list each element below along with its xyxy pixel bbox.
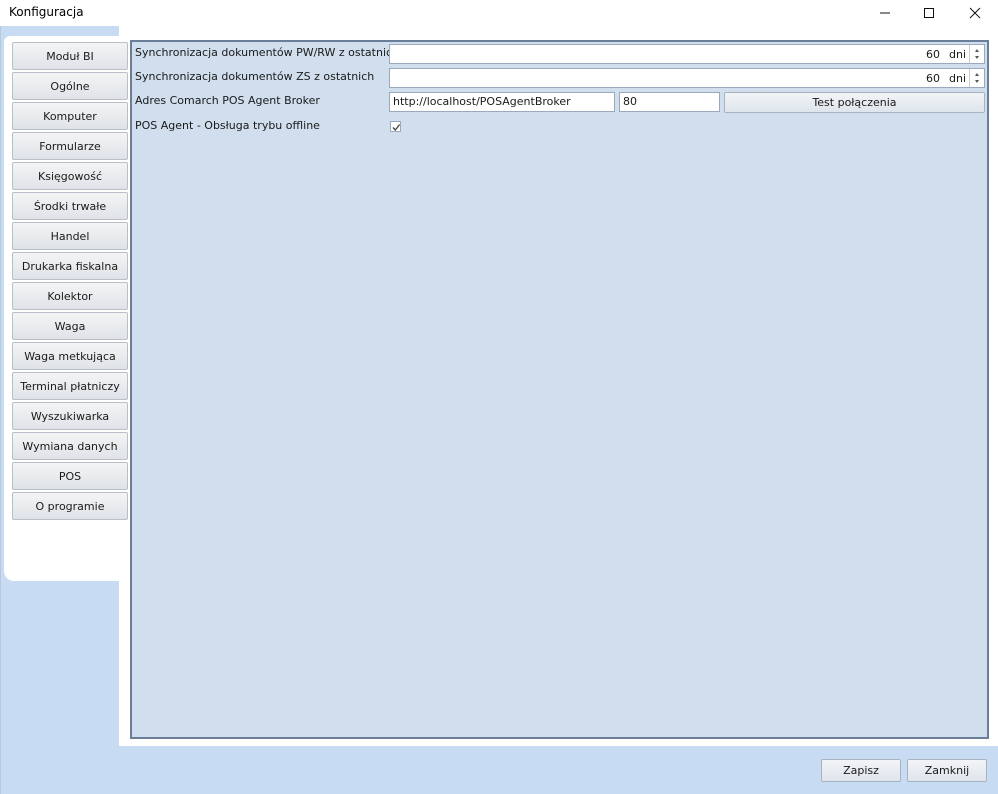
sync-pwrw-spinner[interactable]: 60 dni <box>389 44 985 64</box>
checkmark-icon <box>392 124 401 132</box>
offline-label: POS Agent - Obsługa trybu offline <box>135 119 320 132</box>
nav-item-komputer[interactable]: Komputer <box>12 102 128 130</box>
nav-item-modul-bi[interactable]: Moduł BI <box>12 42 128 70</box>
nav-item-kolektor[interactable]: Kolektor <box>12 282 128 310</box>
sync-pwrw-label: Synchronizacja dokumentów PW/RW z ostatn… <box>135 46 400 59</box>
nav-item-handel[interactable]: Handel <box>12 222 128 250</box>
sync-zs-label: Synchronizacja dokumentów ZS z ostatnich <box>135 70 375 83</box>
test-connection-button[interactable]: Test połączenia <box>724 92 985 113</box>
settings-panel: Synchronizacja dokumentów PW/RW z ostatn… <box>130 40 989 739</box>
nav-item-srodki-trwale[interactable]: Środki trwałe <box>12 192 128 220</box>
nav-item-o-programie[interactable]: O programie <box>12 492 128 520</box>
close-window-button[interactable] <box>952 0 998 26</box>
nav-item-terminal-platniczy[interactable]: Terminal płatniczy <box>12 372 128 400</box>
nav-list: Moduł BI Ogólne Komputer Formularze Księ… <box>12 42 130 522</box>
sync-pwrw-unit: dni <box>948 48 966 61</box>
sync-zs-spin-arrows[interactable] <box>969 69 984 87</box>
close-icon <box>969 7 981 19</box>
client-area: Moduł BI Ogólne Komputer Formularze Księ… <box>0 26 998 794</box>
nav-item-drukarka-fiskalna[interactable]: Drukarka fiskalna <box>12 252 128 280</box>
minimize-icon <box>880 12 890 14</box>
title-bar: Konfiguracja <box>0 0 998 26</box>
nav-item-pos[interactable]: POS <box>12 462 128 490</box>
close-button[interactable]: Zamknij <box>907 759 987 782</box>
nav-background-curve <box>4 521 121 581</box>
nav-item-wymiana-danych[interactable]: Wymiana danych <box>12 432 128 460</box>
nav-item-waga[interactable]: Waga <box>12 312 128 340</box>
broker-label: Adres Comarch POS Agent Broker <box>135 94 320 107</box>
nav-item-wyszukiwarka[interactable]: Wyszukiwarka <box>12 402 128 430</box>
spin-arrows-icon <box>975 73 979 83</box>
sync-zs-spinner[interactable]: 60 dni <box>389 68 985 88</box>
window-title: Konfiguracja <box>9 5 84 19</box>
broker-url-input[interactable]: http://localhost/POSAgentBroker <box>389 92 615 112</box>
sync-pwrw-value: 60 <box>926 48 940 61</box>
nav-item-ogolne[interactable]: Ogólne <box>12 72 128 100</box>
offline-checkbox[interactable] <box>390 121 401 132</box>
sync-pwrw-spin-arrows[interactable] <box>969 45 984 63</box>
nav-item-waga-metkujaca[interactable]: Waga metkująca <box>12 342 128 370</box>
minimize-button[interactable] <box>862 0 908 26</box>
sync-zs-value: 60 <box>926 72 940 85</box>
maximize-button[interactable] <box>906 0 952 26</box>
spin-arrows-icon <box>975 49 979 59</box>
sync-zs-unit: dni <box>948 72 966 85</box>
nav-item-formularze[interactable]: Formularze <box>12 132 128 160</box>
maximize-icon <box>924 8 934 18</box>
nav-item-ksiegowosc[interactable]: Księgowość <box>12 162 128 190</box>
save-button[interactable]: Zapisz <box>821 759 901 782</box>
broker-port-input[interactable]: 80 <box>619 92 720 112</box>
